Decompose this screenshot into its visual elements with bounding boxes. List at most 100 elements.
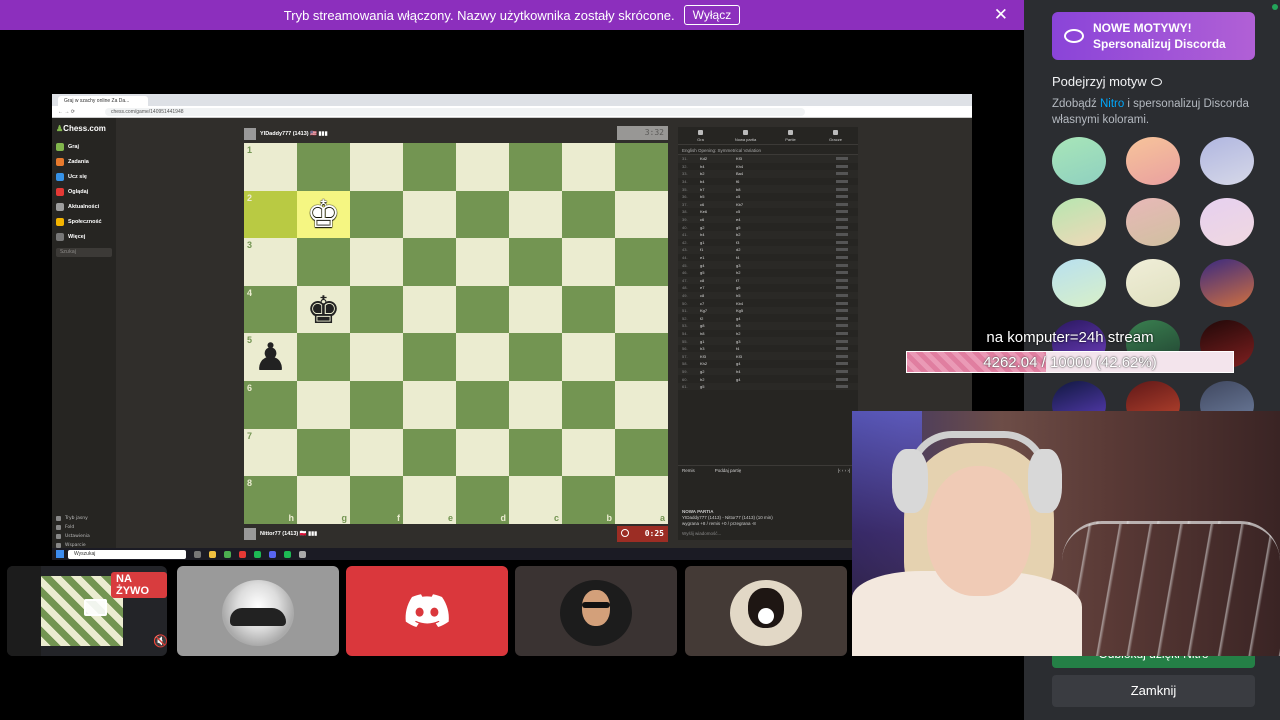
file-label: c (553, 512, 559, 523)
board-square (509, 333, 562, 381)
move-time-bar (836, 377, 848, 381)
move-row: 42. g1 f3 (678, 239, 858, 247)
board-square (562, 380, 615, 429)
move-time-bar (836, 309, 848, 313)
rank-label: 1 (247, 145, 253, 155)
board-square (615, 238, 668, 286)
file-label: f (397, 512, 400, 523)
discord-stream-window: Tryb streamowania włączony. Nazwy użytko… (0, 0, 1280, 720)
theme-swatch[interactable] (1126, 198, 1180, 246)
moves-panel: Gra Nowa partia Partie Gracze English Openi… (678, 127, 858, 540)
theme-swatch[interactable] (1200, 198, 1254, 246)
move-row: 38. Ke6 c5 (678, 208, 858, 216)
chess-search-input: Szukaj (56, 248, 112, 257)
participant-tile[interactable] (515, 566, 677, 656)
board-square (456, 190, 509, 239)
nitro-link[interactable]: Nitro (1100, 98, 1124, 110)
board-square (562, 333, 615, 381)
move-row: 31. Kd2 Kf3 (678, 155, 858, 163)
board-square (297, 333, 350, 381)
live-badge: NA ŻYWO (111, 572, 167, 598)
move-row: 52. f2 g4 (678, 314, 858, 322)
board-square: 6 (244, 380, 297, 429)
board-square (615, 333, 668, 381)
nav-icon (56, 142, 64, 151)
avatar (560, 580, 632, 646)
board-square (403, 428, 456, 477)
theme-swatch[interactable] (1126, 137, 1180, 185)
board-square (562, 238, 615, 286)
board-square (350, 380, 403, 429)
board-square: 8h (244, 476, 297, 524)
self-stream-tile[interactable]: NA ŻYWO 🔇 (7, 566, 167, 656)
board-square (403, 380, 456, 429)
move-row: 57. Kf3 Kf3 (678, 352, 858, 361)
board-square (456, 428, 509, 477)
avatar (222, 580, 294, 646)
move-row: 35. h7 b8 (678, 185, 858, 193)
moves-tab: Partie (768, 127, 813, 144)
nitro-themes-banner[interactable]: NOWE MOTYWY! Spersonalizuj Discorda (1052, 12, 1255, 60)
nitro-icon (1064, 29, 1084, 43)
board-square (350, 238, 403, 286)
board-square (456, 380, 509, 429)
move-row: 58. Kh2 g4 (678, 360, 858, 368)
move-time-bar (836, 293, 848, 297)
participant-tile[interactable] (177, 566, 339, 656)
nav-icon (56, 217, 64, 226)
banner-message: Tryb streamowania włączony. Nazwy użytko… (283, 7, 675, 23)
rank-label: 4 (247, 287, 253, 298)
board-square: 3 (244, 238, 297, 286)
move-time-bar (836, 331, 848, 335)
opening-name: English Opening: Symmetrical Variation (678, 145, 858, 155)
theme-swatch[interactable] (1052, 198, 1106, 246)
move-time-bar (836, 164, 848, 168)
nav-icon (56, 187, 64, 196)
board-square (350, 143, 403, 191)
board-square: ♚ (297, 285, 350, 334)
theme-swatch[interactable] (1200, 137, 1254, 185)
move-row: 40. g2 g5 (678, 223, 858, 231)
discord-logo-icon (405, 594, 449, 627)
move-row: 48. e7 g6 (678, 284, 858, 292)
chess-nav-item: Graj (52, 139, 116, 154)
file-label: d (500, 512, 507, 523)
top-clock: 3:32 (617, 126, 668, 140)
theme-swatch[interactable] (1052, 137, 1106, 185)
move-row: 53. g8 h5 (678, 322, 858, 330)
move-row: 59. g2 h4 (678, 367, 858, 376)
participant-tile[interactable] (685, 566, 847, 656)
move-time-bar (836, 271, 848, 275)
white-king-icon: ♚ (306, 192, 341, 237)
monitor-icon (84, 599, 107, 616)
theme-swatch[interactable] (1200, 259, 1254, 307)
move-time-bar (836, 301, 848, 305)
chess-sidebar: ♟Chess.com Graj Zadania Ucz się Oglądaj Aktu… (52, 118, 116, 550)
board-square: b (562, 476, 615, 524)
theme-swatch[interactable] (1052, 259, 1106, 307)
board-square (350, 285, 403, 334)
navigation-arrows-icon: |‹ ‹ › ›| (837, 468, 850, 473)
move-row: 49. c8 h5 (678, 291, 858, 300)
file-label: h (288, 512, 295, 523)
close-icon[interactable]: ✕ (994, 6, 1008, 24)
chess-logo: ♟Chess.com (56, 124, 106, 133)
avatar (730, 580, 802, 646)
move-time-bar (836, 195, 848, 199)
board-square (509, 428, 562, 477)
participant-tile[interactable] (346, 566, 508, 656)
bottom-player-bar: Nittor77 (1413) 🇵🇱 ▮▮▮ (244, 526, 668, 542)
mute-icon[interactable]: 🔇 (153, 634, 167, 648)
board-square (456, 285, 509, 334)
taskbar-search: Wyszukaj (68, 549, 186, 559)
move-time-bar (836, 263, 848, 267)
board-square: 1 (244, 143, 297, 191)
close-button[interactable]: Zamknij (1052, 675, 1255, 707)
browser-tab-strip: Graj w szachy online Za Da... (52, 94, 972, 106)
move-time-bar (836, 180, 848, 184)
theme-swatch[interactable] (1126, 259, 1180, 307)
disable-streamer-mode-button[interactable]: Wyłącz (683, 5, 741, 25)
board-square (403, 333, 456, 381)
avatar (244, 128, 256, 140)
mini-sidebar (7, 566, 41, 656)
